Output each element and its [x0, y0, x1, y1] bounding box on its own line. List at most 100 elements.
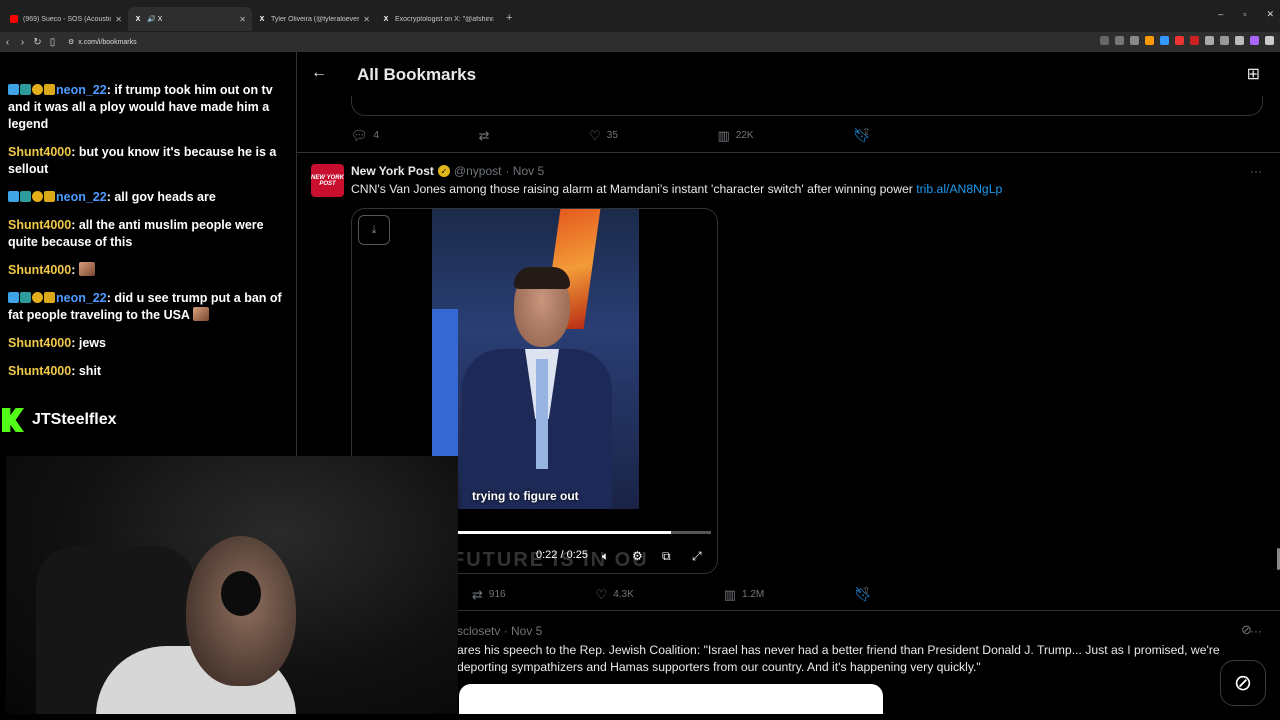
url-field[interactable]: ⚙ x.com/i/bookmarks	[68, 38, 137, 47]
chat-username[interactable]: neon_22	[56, 190, 107, 204]
views-count: 22K	[735, 130, 754, 141]
download-icon[interactable]: ⤓	[358, 215, 390, 245]
sidebar-icon[interactable]	[1235, 36, 1244, 45]
views-button[interactable]: ▥ 22K	[718, 128, 754, 144]
chat-text: : shit	[71, 364, 102, 378]
close-tab-icon[interactable]: ✕	[239, 15, 246, 24]
back-arrow-icon[interactable]: ←	[311, 64, 327, 82]
chat-message: Shunt4000: but you know it's because he …	[8, 144, 288, 178]
new-tab-button[interactable]: +	[506, 12, 512, 24]
like-button[interactable]: ♡ 4.3K	[596, 587, 634, 603]
share-icon[interactable]: ⇪	[862, 586, 870, 597]
video-progress-bar[interactable]	[458, 531, 711, 534]
reload-icon[interactable]: ↻	[30, 37, 45, 48]
x-logo-icon: X	[259, 15, 265, 23]
person-hair	[514, 267, 570, 289]
streamer-brand: JTSteelflex	[2, 408, 116, 432]
chat-username[interactable]: neon_22	[56, 83, 107, 97]
chat-message: Shunt4000:	[8, 262, 288, 279]
site-info-icon[interactable]: ⚙	[68, 38, 74, 46]
retweet-button[interactable]: ⇄	[479, 128, 490, 144]
forward-icon[interactable]: ›	[15, 37, 30, 48]
minimize-button[interactable]: –	[1218, 9, 1223, 20]
avatar[interactable]: NEW YORK POST	[311, 164, 344, 197]
volume-icon[interactable]: 🔈︎	[602, 549, 609, 564]
badge-icon	[44, 191, 55, 202]
chat-username[interactable]: Shunt4000	[8, 263, 71, 277]
author-name[interactable]: New York Post	[351, 164, 434, 178]
extension-icon[interactable]	[1205, 36, 1214, 45]
extension-icons	[1100, 36, 1274, 45]
close-tab-icon[interactable]: ✕	[363, 15, 370, 24]
extension-icon[interactable]	[1175, 36, 1184, 45]
close-window-button[interactable]: ✕	[1266, 9, 1274, 20]
stream-chat: neon_22: if trump took him out on tv and…	[0, 52, 296, 456]
grok-button[interactable]: ⊘	[1220, 660, 1266, 706]
maximize-button[interactable]: ▫	[1243, 9, 1246, 20]
headset	[221, 571, 261, 616]
chat-message: neon_22: did u see trump put a ban of fa…	[8, 290, 288, 324]
fullscreen-icon[interactable]: ⤢	[692, 549, 702, 564]
browser-tab-x[interactable]: X 🔊 X ✕	[128, 7, 252, 31]
more-options-icon[interactable]: ···	[1250, 624, 1262, 638]
close-tab-icon[interactable]: ✕	[115, 15, 122, 24]
tweet-text: CNN's Van Jones among those raising alar…	[351, 182, 1002, 196]
retweet-button[interactable]: ⇄ 916	[472, 587, 506, 603]
next-tweet-header[interactable]: sclosetv · Nov 5	[457, 624, 542, 638]
chart-icon: ▥	[717, 127, 730, 143]
browser-tab-youtube[interactable]: (969) Sueco - SOS (Acoustic) (Officia ✕	[4, 7, 128, 31]
extension-icon[interactable]	[1160, 36, 1169, 45]
webcam-overlay	[6, 456, 458, 714]
chat-username[interactable]: neon_22	[56, 291, 107, 305]
like-button[interactable]: ♡ 35	[589, 128, 618, 144]
author-handle[interactable]: @nypost	[454, 164, 502, 178]
chat-message: Shunt4000: jews	[8, 335, 288, 352]
share-area: ⇪	[862, 127, 870, 138]
share-icon[interactable]	[1130, 36, 1139, 45]
chat-username[interactable]: Shunt4000	[8, 145, 71, 159]
views-button[interactable]: ▥ 1.2M	[724, 587, 765, 603]
bookmark-page-icon[interactable]: ▯	[45, 37, 60, 48]
emote-icon	[192, 307, 209, 321]
browser-tab-tyler[interactable]: X Tyler Oliveira (@tyleraloevera) / X ✕	[252, 7, 376, 31]
share-icon[interactable]: ⇪	[862, 127, 870, 138]
next-tweet-media[interactable]	[459, 684, 883, 714]
previous-tweet-media[interactable]	[351, 96, 1263, 116]
chat-username[interactable]: Shunt4000	[8, 218, 71, 232]
badge-icon	[8, 191, 19, 202]
video-frame	[432, 209, 639, 509]
chat-username[interactable]: Shunt4000	[8, 336, 71, 350]
zoom-icon[interactable]	[1115, 36, 1124, 45]
extension-icon[interactable]	[1190, 36, 1199, 45]
browser-tab-bar: (969) Sueco - SOS (Acoustic) (Officia ✕ …	[0, 0, 1280, 32]
back-icon[interactable]: ‹	[0, 37, 15, 48]
add-bookmark-folder-icon[interactable]: ⊞	[1247, 64, 1260, 84]
settings-gear-icon[interactable]: ⚙	[632, 549, 643, 563]
pip-icon[interactable]: ⧉	[662, 549, 671, 564]
menu-icon[interactable]	[1265, 36, 1274, 45]
profile-icon[interactable]	[1250, 36, 1259, 45]
brave-icon[interactable]	[1145, 36, 1154, 45]
cast-icon[interactable]	[1100, 36, 1109, 45]
badge-icon	[20, 84, 31, 95]
chat-username[interactable]: Shunt4000	[8, 364, 71, 378]
reply-icon: 💬︎	[351, 127, 368, 143]
badge-icon	[32, 292, 43, 303]
reply-button[interactable]: 💬︎ 4	[351, 128, 379, 144]
like-count: 35	[606, 130, 618, 141]
page-title: All Bookmarks	[357, 65, 477, 84]
more-options-icon[interactable]: ···	[1250, 164, 1262, 178]
badge-icon	[8, 84, 19, 95]
tweet-date[interactable]: · Nov 5	[505, 164, 544, 178]
heart-icon: ♡	[589, 127, 601, 143]
kick-logo-icon	[2, 408, 24, 432]
tweet-link[interactable]: trib.al/AN8NgLp	[916, 182, 1002, 196]
heart-icon: ♡	[595, 586, 608, 602]
video-time: 0:22 / 0:25	[536, 549, 588, 561]
badge-icon	[20, 292, 31, 303]
puzzle-icon[interactable]	[1220, 36, 1229, 45]
video-caption: trying to figure out	[472, 489, 579, 503]
browser-tab-exo[interactable]: X Exocryptologist on X: "@afshinrattan	[376, 7, 500, 31]
chat-message: Shunt4000: all the anti muslim people we…	[8, 217, 288, 251]
tab-title: (969) Sueco - SOS (Acoustic) (Officia	[23, 15, 111, 23]
